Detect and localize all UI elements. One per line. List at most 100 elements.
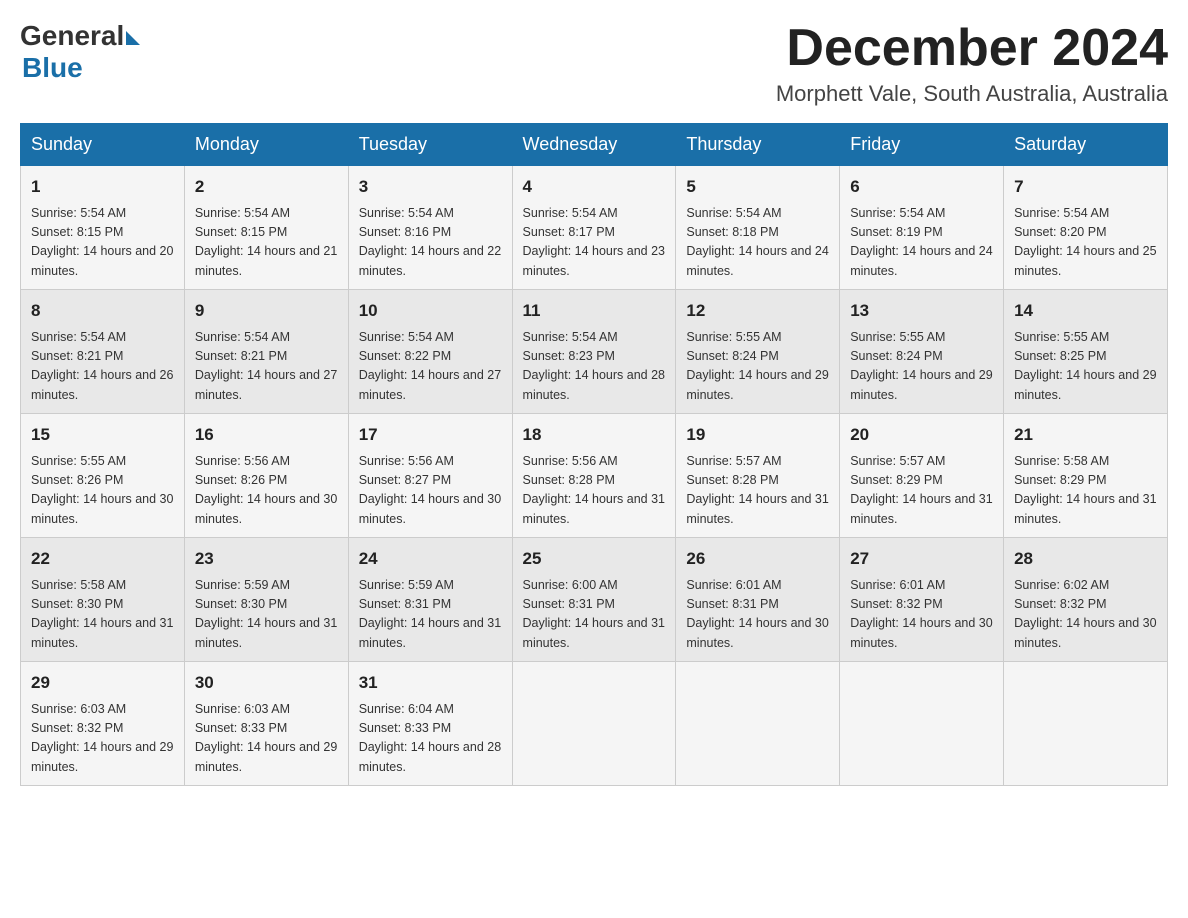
day-number: 10 [359,298,502,324]
day-info: Sunrise: 5:59 AMSunset: 8:30 PMDaylight:… [195,576,338,654]
calendar-cell: 23 Sunrise: 5:59 AMSunset: 8:30 PMDayligh… [184,538,348,662]
day-number: 17 [359,422,502,448]
day-info: Sunrise: 6:03 AMSunset: 8:32 PMDaylight:… [31,700,174,778]
day-number: 25 [523,546,666,572]
day-number: 26 [686,546,829,572]
day-info: Sunrise: 5:54 AMSunset: 8:16 PMDaylight:… [359,204,502,282]
day-info: Sunrise: 6:02 AMSunset: 8:32 PMDaylight:… [1014,576,1157,654]
day-number: 20 [850,422,993,448]
day-info: Sunrise: 6:04 AMSunset: 8:33 PMDaylight:… [359,700,502,778]
day-number: 21 [1014,422,1157,448]
calendar-cell: 11 Sunrise: 5:54 AMSunset: 8:23 PMDayligh… [512,290,676,414]
calendar-cell: 5Sunrise: 5:54 AMSunset: 8:18 PMDaylight… [676,166,840,290]
title-area: December 2024 Morphett Vale, South Austr… [776,20,1168,107]
calendar-cell: 10 Sunrise: 5:54 AMSunset: 8:22 PMDayligh… [348,290,512,414]
day-info: Sunrise: 5:55 AMSunset: 8:25 PMDaylight:… [1014,328,1157,406]
day-info: Sunrise: 6:01 AMSunset: 8:31 PMDaylight:… [686,576,829,654]
day-number: 15 [31,422,174,448]
logo: General Blue [20,20,140,84]
day-number: 2 [195,174,338,200]
day-info: Sunrise: 5:55 AMSunset: 8:24 PMDaylight:… [686,328,829,406]
day-info: Sunrise: 5:56 AMSunset: 8:28 PMDaylight:… [523,452,666,530]
week-row-1: 1 Sunrise: 5:54 AMSunset: 8:15 PMDaylight… [21,166,1168,290]
day-number: 23 [195,546,338,572]
day-number: 29 [31,670,174,696]
calendar-cell [1004,662,1168,786]
day-info: Sunrise: 5:54 AMSunset: 8:19 PMDaylight:… [850,204,993,282]
week-row-5: 29 Sunrise: 6:03 AMSunset: 8:32 PMDayligh… [21,662,1168,786]
week-row-2: 8 Sunrise: 5:54 AMSunset: 8:21 PMDaylight… [21,290,1168,414]
day-number: 24 [359,546,502,572]
calendar-cell: 2 Sunrise: 5:54 AMSunset: 8:15 PMDaylight… [184,166,348,290]
day-number: 27 [850,546,993,572]
weekday-header-tuesday: Tuesday [348,124,512,166]
logo-blue-text: Blue [22,52,83,84]
day-info: Sunrise: 5:55 AMSunset: 8:24 PMDaylight:… [850,328,993,406]
day-info: Sunrise: 5:57 AMSunset: 8:28 PMDaylight:… [686,452,829,530]
calendar-cell: 7 Sunrise: 5:54 AMSunset: 8:20 PMDaylight… [1004,166,1168,290]
weekday-header-sunday: Sunday [21,124,185,166]
calendar-cell: 8 Sunrise: 5:54 AMSunset: 8:21 PMDaylight… [21,290,185,414]
day-info: Sunrise: 5:56 AMSunset: 8:26 PMDaylight:… [195,452,338,530]
day-number: 18 [523,422,666,448]
week-row-4: 22 Sunrise: 5:58 AMSunset: 8:30 PMDayligh… [21,538,1168,662]
day-info: Sunrise: 5:55 AMSunset: 8:26 PMDaylight:… [31,452,174,530]
day-number: 19 [686,422,829,448]
calendar-cell: 12Sunrise: 5:55 AMSunset: 8:24 PMDayligh… [676,290,840,414]
day-info: Sunrise: 5:58 AMSunset: 8:30 PMDaylight:… [31,576,174,654]
day-info: Sunrise: 5:59 AMSunset: 8:31 PMDaylight:… [359,576,502,654]
day-number: 5 [686,174,829,200]
logo-triangle-icon [126,31,140,45]
day-info: Sunrise: 5:54 AMSunset: 8:15 PMDaylight:… [195,204,338,282]
day-number: 7 [1014,174,1157,200]
day-info: Sunrise: 5:54 AMSunset: 8:15 PMDaylight:… [31,204,174,282]
day-info: Sunrise: 5:54 AMSunset: 8:21 PMDaylight:… [195,328,338,406]
calendar-cell: 13 Sunrise: 5:55 AMSunset: 8:24 PMDayligh… [840,290,1004,414]
calendar-cell: 25Sunrise: 6:00 AMSunset: 8:31 PMDayligh… [512,538,676,662]
day-info: Sunrise: 5:54 AMSunset: 8:23 PMDaylight:… [523,328,666,406]
day-number: 6 [850,174,993,200]
day-number: 16 [195,422,338,448]
calendar-cell: 29 Sunrise: 6:03 AMSunset: 8:32 PMDayligh… [21,662,185,786]
day-number: 31 [359,670,502,696]
day-info: Sunrise: 5:54 AMSunset: 8:20 PMDaylight:… [1014,204,1157,282]
day-number: 1 [31,174,174,200]
calendar-cell: 28 Sunrise: 6:02 AMSunset: 8:32 PMDayligh… [1004,538,1168,662]
calendar-cell: 24 Sunrise: 5:59 AMSunset: 8:31 PMDayligh… [348,538,512,662]
calendar-cell [512,662,676,786]
day-number: 14 [1014,298,1157,324]
day-number: 8 [31,298,174,324]
calendar-cell: 1 Sunrise: 5:54 AMSunset: 8:15 PMDaylight… [21,166,185,290]
calendar-table: SundayMondayTuesdayWednesdayThursdayFrid… [20,123,1168,786]
day-number: 30 [195,670,338,696]
day-number: 13 [850,298,993,324]
day-info: Sunrise: 6:03 AMSunset: 8:33 PMDaylight:… [195,700,338,778]
day-number: 11 [523,298,666,324]
day-number: 9 [195,298,338,324]
day-number: 3 [359,174,502,200]
calendar-cell: 4Sunrise: 5:54 AMSunset: 8:17 PMDaylight… [512,166,676,290]
calendar-cell: 22 Sunrise: 5:58 AMSunset: 8:30 PMDayligh… [21,538,185,662]
weekday-header-wednesday: Wednesday [512,124,676,166]
day-number: 28 [1014,546,1157,572]
calendar-cell: 9 Sunrise: 5:54 AMSunset: 8:21 PMDaylight… [184,290,348,414]
calendar-cell: 18 Sunrise: 5:56 AMSunset: 8:28 PMDayligh… [512,414,676,538]
location-title: Morphett Vale, South Australia, Australi… [776,81,1168,107]
weekday-header-thursday: Thursday [676,124,840,166]
calendar-cell: 31 Sunrise: 6:04 AMSunset: 8:33 PMDayligh… [348,662,512,786]
day-info: Sunrise: 5:54 AMSunset: 8:21 PMDaylight:… [31,328,174,406]
day-number: 22 [31,546,174,572]
month-title: December 2024 [776,20,1168,77]
calendar-cell: 6 Sunrise: 5:54 AMSunset: 8:19 PMDaylight… [840,166,1004,290]
calendar-cell: 16 Sunrise: 5:56 AMSunset: 8:26 PMDayligh… [184,414,348,538]
calendar-cell [676,662,840,786]
calendar-cell: 20Sunrise: 5:57 AMSunset: 8:29 PMDayligh… [840,414,1004,538]
weekday-header-saturday: Saturday [1004,124,1168,166]
day-info: Sunrise: 5:54 AMSunset: 8:22 PMDaylight:… [359,328,502,406]
day-info: Sunrise: 5:58 AMSunset: 8:29 PMDaylight:… [1014,452,1157,530]
day-number: 4 [523,174,666,200]
calendar-cell: 21 Sunrise: 5:58 AMSunset: 8:29 PMDayligh… [1004,414,1168,538]
calendar-cell: 30 Sunrise: 6:03 AMSunset: 8:33 PMDayligh… [184,662,348,786]
calendar-cell: 19 Sunrise: 5:57 AMSunset: 8:28 PMDayligh… [676,414,840,538]
logo-general-text: General [20,20,124,52]
